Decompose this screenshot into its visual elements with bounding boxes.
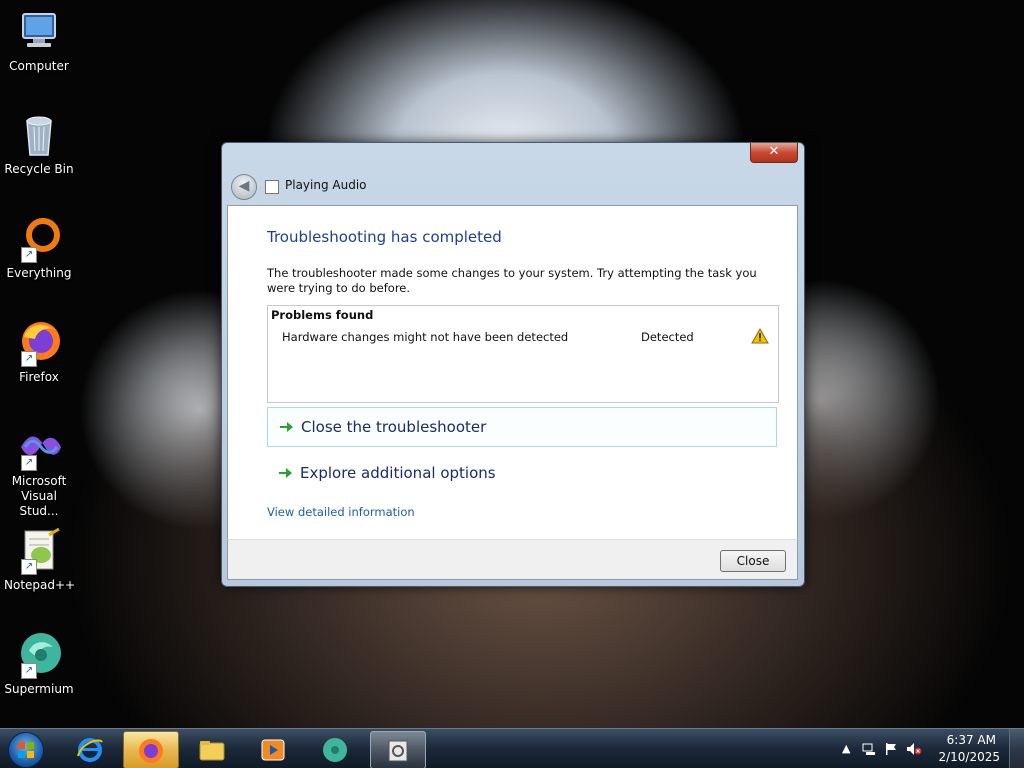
result-message: The troubleshooter made some changes to …	[267, 266, 757, 295]
desktop-icon-label: Supermium	[4, 682, 74, 696]
warning-icon	[751, 327, 769, 347]
taskbar-troubleshooter[interactable]	[370, 731, 426, 768]
close-troubleshooter-link[interactable]: Close the troubleshooter	[267, 407, 777, 447]
desktop-icon-everything[interactable]: ↗ Everything	[4, 215, 74, 281]
desktop-icon-label: Microsoft Visual Stud...	[11, 474, 67, 518]
shortcut-arrow-icon: ↗	[21, 247, 37, 263]
taskbar-supermium[interactable]	[308, 731, 362, 767]
problems-found-header: Problems found	[271, 308, 374, 322]
problems-found-panel: Problems found Hardware changes might no…	[267, 305, 779, 403]
green-arrow-icon	[277, 465, 293, 481]
back-arrow-icon: ◀	[238, 178, 250, 194]
page-heading: Troubleshooting has completed	[267, 228, 502, 246]
taskbar-firefox[interactable]	[123, 731, 179, 768]
desktop-icon-supermium[interactable]: ↗ Supermium	[4, 631, 74, 697]
problem-name: Hardware changes might not have been det…	[282, 330, 569, 344]
desktop: Computer Recycle Bin ↗ Everything ↗ Fire…	[0, 0, 1024, 768]
volume-muted-icon[interactable]	[906, 742, 922, 759]
desktop-icon-recycle-bin[interactable]: Recycle Bin	[4, 111, 74, 177]
visual-studio-icon: ↗	[15, 423, 63, 471]
troubleshooter-dialog: ✕ ◀ Playing Audio Troubleshooting has co…	[221, 142, 805, 587]
desktop-icon-visual-studio[interactable]: ↗ Microsoft Visual Stud...	[4, 423, 74, 519]
desktop-icon-notepadpp[interactable]: ↗ Notepad++	[4, 527, 76, 593]
taskbar: ▲ 6:37 AM 2/10/2025	[0, 728, 1024, 768]
view-detailed-information-link[interactable]: View detailed information	[267, 505, 415, 519]
supermium-icon	[323, 738, 347, 762]
desktop-icon-label: Everything	[6, 266, 72, 280]
recycle-bin-icon	[15, 111, 63, 159]
computer-icon	[15, 8, 63, 56]
troubleshooter-icon	[265, 180, 279, 194]
desktop-icon-label: Firefox	[19, 370, 59, 384]
close-button[interactable]: Close	[720, 550, 786, 572]
taskbar-file-explorer[interactable]	[185, 731, 239, 767]
troubleshooter-icon	[388, 740, 408, 762]
back-button[interactable]: ◀	[231, 174, 257, 200]
folder-icon	[199, 741, 225, 761]
everything-icon: ↗	[15, 215, 63, 263]
green-arrow-icon	[278, 419, 294, 435]
shortcut-arrow-icon: ↗	[21, 559, 37, 575]
desktop-icon-computer[interactable]: Computer	[4, 8, 74, 74]
action-center-flag-icon[interactable]	[884, 742, 898, 759]
network-icon[interactable]	[862, 742, 876, 759]
notepadpp-icon: ↗	[15, 527, 63, 575]
explore-options-link[interactable]: Explore additional options	[267, 454, 775, 492]
window-close-button[interactable]: ✕	[750, 143, 798, 163]
clock-time[interactable]: 6:37 AM	[947, 733, 996, 747]
clock-date[interactable]: 2/10/2025	[938, 750, 1000, 764]
shortcut-arrow-icon: ↗	[21, 351, 37, 367]
dialog-content: Troubleshooting has completed The troubl…	[227, 205, 798, 540]
desktop-icon-label: Computer	[9, 59, 69, 73]
windows-logo-icon	[18, 742, 34, 758]
action-label: Close the troubleshooter	[301, 418, 487, 436]
internet-explorer-icon	[77, 738, 103, 762]
desktop-icon-label: Recycle Bin	[4, 162, 74, 176]
window-title: Playing Audio	[285, 178, 367, 192]
shortcut-arrow-icon: ↗	[21, 663, 37, 679]
start-button[interactable]	[8, 732, 44, 768]
media-player-icon	[261, 739, 285, 761]
firefox-icon: ↗	[15, 319, 63, 367]
problem-row: Hardware changes might not have been det…	[268, 327, 778, 347]
show-desktop-button[interactable]	[1009, 729, 1024, 768]
taskbar-internet-explorer[interactable]	[63, 731, 117, 767]
firefox-icon	[139, 739, 163, 763]
desktop-icon-firefox[interactable]: ↗ Firefox	[4, 319, 74, 385]
dialog-footer: Close	[227, 539, 798, 580]
show-hidden-icons-icon[interactable]: ▲	[842, 742, 850, 755]
action-label: Explore additional options	[300, 464, 496, 482]
taskbar-media-player[interactable]	[246, 731, 300, 767]
system-tray: ▲ 6:37 AM 2/10/2025	[834, 729, 1024, 768]
problem-status: Detected	[641, 330, 694, 344]
shortcut-arrow-icon: ↗	[21, 455, 37, 471]
desktop-icon-label: Notepad++	[4, 578, 76, 592]
supermium-icon: ↗	[15, 631, 63, 679]
